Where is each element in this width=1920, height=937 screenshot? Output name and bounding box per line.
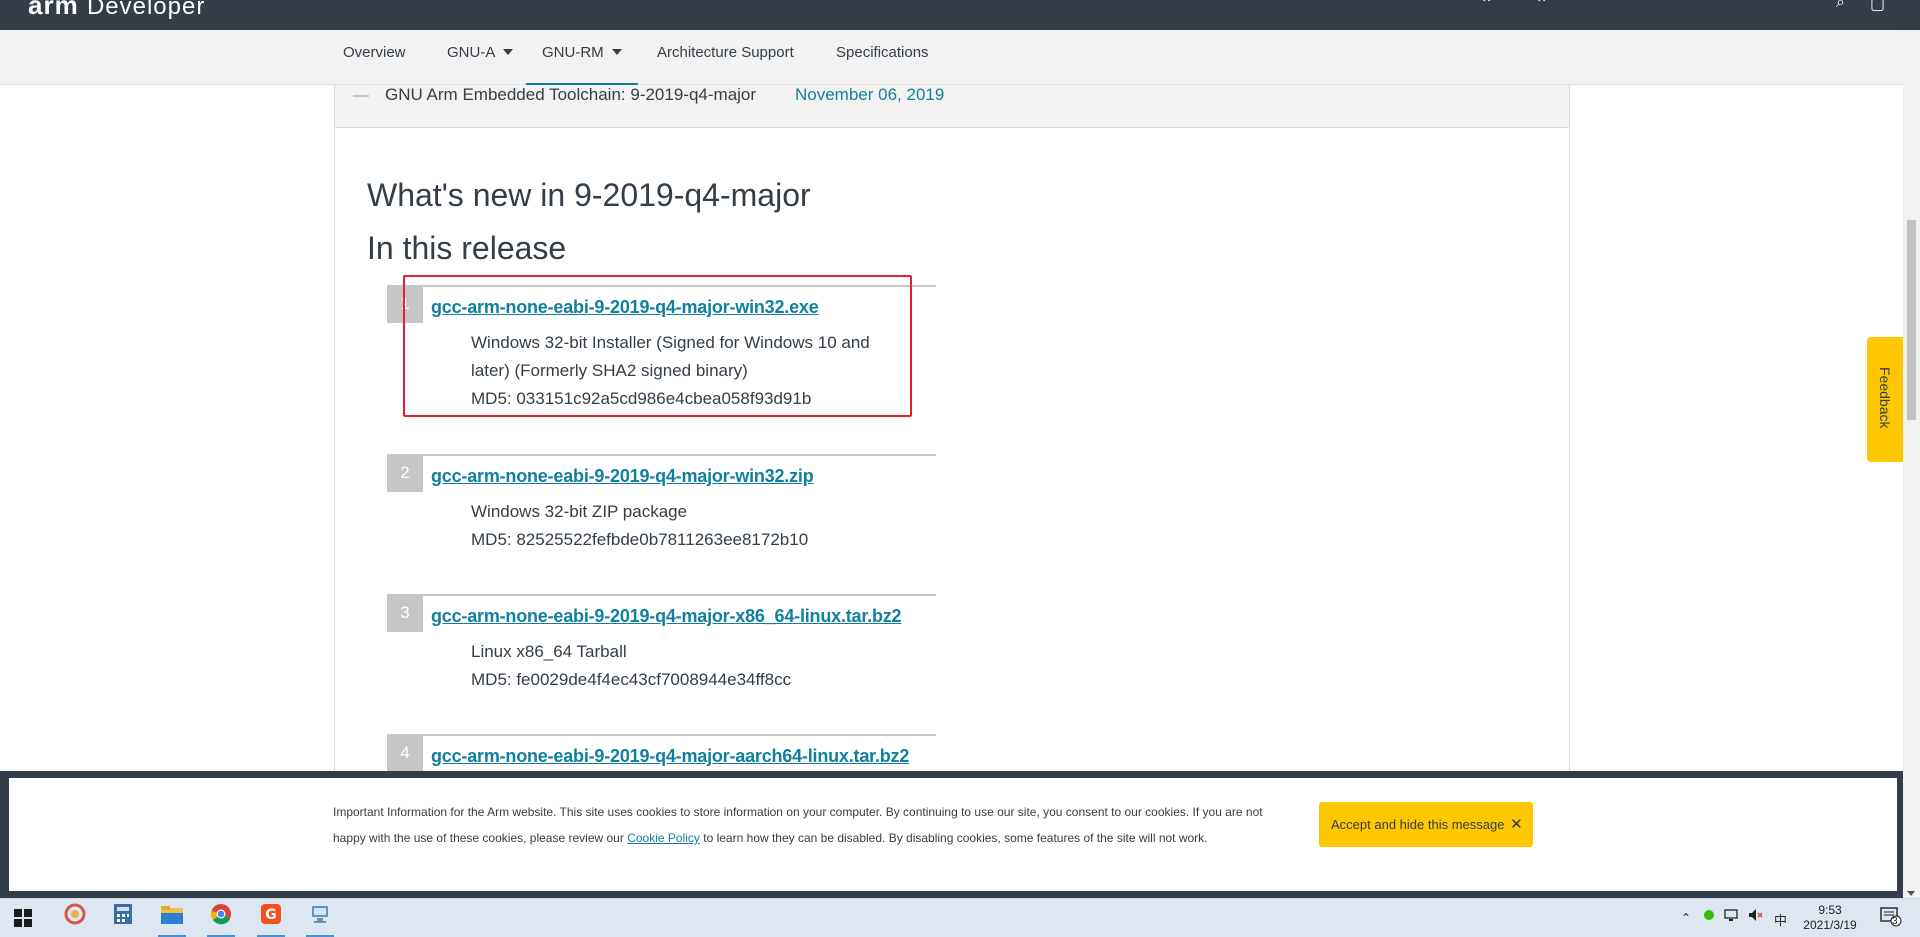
notification-center-icon[interactable] [1880, 907, 1902, 930]
windows-start-icon[interactable] [14, 909, 32, 927]
download-link-x86-64-linux[interactable]: gcc-arm-none-eabi-9-2019-q4-major-x86_64… [431, 606, 902, 627]
chrome-app-icon[interactable] [201, 903, 241, 937]
volume-muted-icon[interactable] [1747, 907, 1763, 926]
tab-label: GNU-RM [542, 44, 604, 61]
whats-new-heading: What's new in 9-2019-q4-major [367, 177, 811, 213]
cookie-banner-body: Important Information for the Arm websit… [9, 778, 1897, 891]
list-item: 3 gcc-arm-none-eabi-9-2019-q4-major-x86_… [387, 594, 936, 694]
tray-chevron-up-icon[interactable]: ⌃ [1681, 911, 1691, 925]
user-icon[interactable]: ⌃ [1480, 0, 1493, 14]
item-desc-text: Windows 32-bit ZIP package [471, 502, 688, 521]
release-title: GNU Arm Embedded Toolchain: 9-2019-q4-ma… [385, 85, 757, 104]
close-icon: ✕ [1510, 816, 1523, 833]
chevron-down-icon [503, 49, 514, 55]
in-this-release-heading: In this release [367, 230, 567, 266]
top-header: arm Developer ⌃ ⌃ ⌕ ▢ [0, 0, 1920, 30]
tab-gnu-a[interactable]: GNU-A [447, 30, 514, 85]
clock-time: 9:53 [1818, 903, 1842, 917]
cookie-text-after: to learn how they can be disabled. By di… [703, 831, 1208, 845]
arm-developer-logo[interactable]: arm Developer [28, 0, 205, 21]
scroll-down-arrow-icon[interactable] [1907, 891, 1915, 896]
collapse-icon[interactable] [353, 95, 369, 97]
item-number: 3 [387, 596, 423, 632]
feedback-button[interactable]: Feedback [1867, 337, 1903, 462]
file-explorer-icon[interactable] [152, 903, 192, 937]
download-link-aarch64-linux[interactable]: gcc-arm-none-eabi-9-2019-q4-major-aarch6… [431, 746, 909, 767]
scrollbar-thumb[interactable] [1907, 220, 1916, 420]
cookie-message: Important Information for the Arm websit… [333, 799, 1263, 851]
tab-gnu-rm[interactable]: GNU-RM [526, 30, 638, 85]
tab-label: Specifications [836, 44, 929, 61]
tab-label: Overview [343, 44, 406, 61]
menu-icon[interactable]: ⌃ [1535, 0, 1548, 14]
calculator-app-icon[interactable] [103, 903, 143, 935]
release-card: GNU Arm Embedded Toolchain: 9-2019-q4-ma… [334, 85, 1570, 785]
sub-navigation: Overview GNU-A GNU-RM Architecture Suppo… [0, 30, 1903, 85]
annotation-highlight-box [403, 275, 912, 417]
tab-label: Architecture Support [657, 44, 794, 61]
release-accordion-header[interactable]: GNU Arm Embedded Toolchain: 9-2019-q4-ma… [335, 85, 1569, 128]
download-link-win32-zip[interactable]: gcc-arm-none-eabi-9-2019-q4-major-win32.… [431, 466, 814, 487]
system-clock[interactable]: 9:53 2021/3/19 [1785, 903, 1875, 933]
photos-app-icon[interactable] [55, 903, 95, 935]
notification-count: 3 [1892, 916, 1898, 927]
logo-bold-text: arm [28, 0, 79, 20]
item-number: 4 [387, 736, 423, 772]
item-md5: MD5: fe0029de4f4ec43cf7008944e34ff8cc [471, 670, 792, 689]
list-item: 2 gcc-arm-none-eabi-9-2019-q4-major-win3… [387, 454, 936, 554]
cookie-policy-link[interactable]: Cookie Policy [627, 831, 700, 845]
clock-date: 2021/3/19 [1803, 918, 1857, 932]
item-md5: MD5: 82525522fefbde0b7811263ee8172b10 [471, 530, 809, 549]
network-app-icon[interactable] [300, 903, 340, 937]
accept-cookies-button[interactable]: Accept and hide this message ✕ [1319, 802, 1533, 847]
page-scrollbar[interactable] [1903, 30, 1920, 898]
tab-architecture-support[interactable]: Architecture Support [657, 30, 794, 85]
item-number: 2 [387, 456, 423, 492]
item-description: Linux x86_64 Tarball MD5: fe0029de4f4ec4… [471, 638, 911, 694]
tab-specifications[interactable]: Specifications [836, 30, 929, 85]
item-description: Windows 32-bit ZIP package MD5: 82525522… [471, 498, 911, 554]
network-tray-icon[interactable] [1723, 907, 1739, 926]
svg-text:G: G [265, 907, 277, 923]
cart-icon[interactable]: ▢ [1870, 0, 1885, 14]
chevron-down-icon [611, 49, 622, 55]
feedback-label: Feedback [1877, 367, 1893, 429]
logo-light-text: Developer [86, 0, 206, 20]
tab-overview[interactable]: Overview [343, 30, 406, 85]
search-icon[interactable]: ⌕ [1836, 0, 1845, 12]
git-app-icon[interactable]: G [251, 903, 291, 937]
cookie-banner: Important Information for the Arm websit… [0, 771, 1903, 898]
wechat-tray-icon[interactable] [1703, 909, 1715, 924]
accept-button-label: Accept and hide this message [1331, 817, 1505, 832]
release-date: November 06, 2019 [795, 85, 945, 104]
item-desc-text: Linux x86_64 Tarball [471, 642, 627, 661]
tab-label: GNU-A [447, 44, 496, 61]
windows-taskbar: G ⌃ 中 9:53 2021/3/19 3 [0, 898, 1920, 937]
